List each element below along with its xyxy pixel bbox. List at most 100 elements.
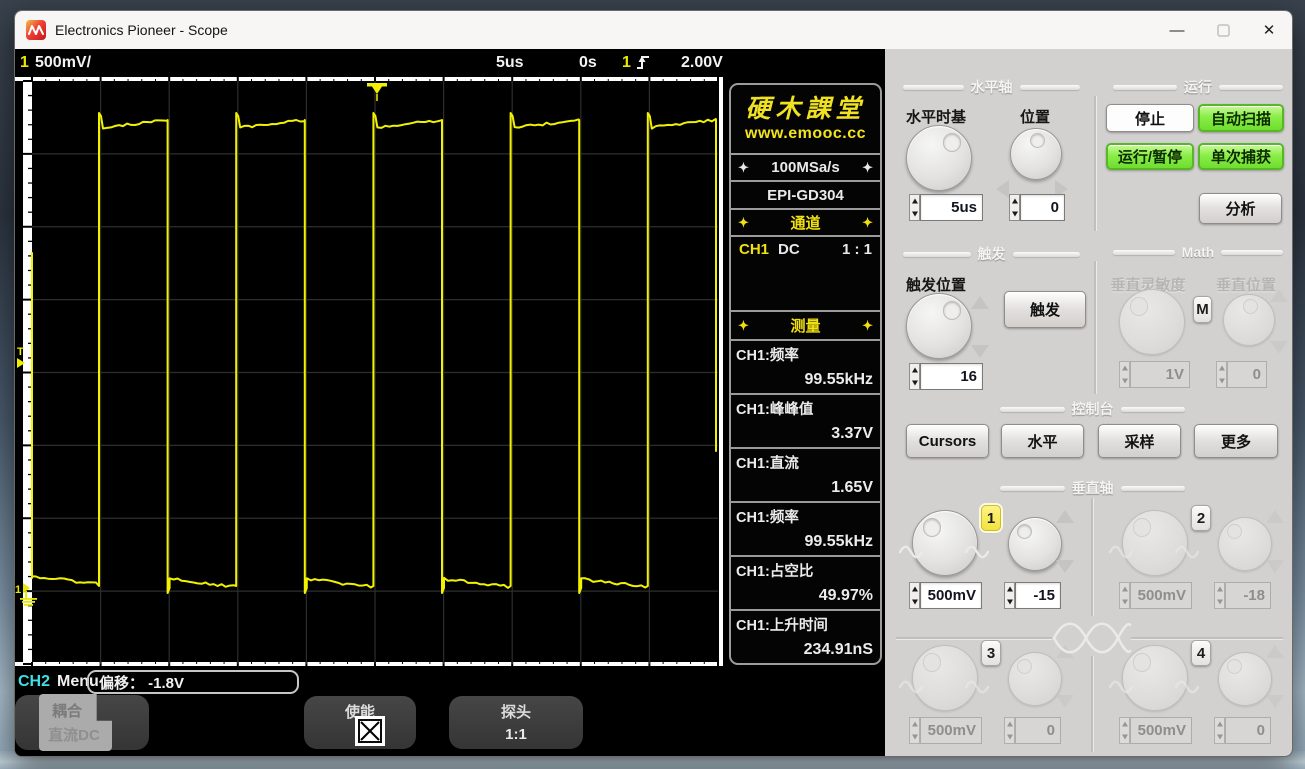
math-sensitivity-knob[interactable] bbox=[1119, 289, 1185, 355]
wave-decoration bbox=[1174, 679, 1200, 700]
wave-decoration bbox=[898, 679, 924, 700]
stop-button[interactable]: 停止 bbox=[1106, 104, 1194, 132]
ch1-down-arrow[interactable] bbox=[1056, 560, 1074, 573]
wave-decoration bbox=[1108, 679, 1134, 700]
spinner-arrows[interactable] bbox=[909, 582, 920, 609]
sample-rate-row: ✦ 100MSa/s ✦ bbox=[731, 153, 880, 180]
spinner-arrows[interactable] bbox=[1214, 582, 1225, 609]
spinner-arrows[interactable] bbox=[1119, 717, 1130, 744]
trigger-button[interactable]: 触发 bbox=[1004, 291, 1086, 328]
app-window: Electronics Pioneer - Scope — ✕ 1 500mV/… bbox=[14, 10, 1293, 757]
divider bbox=[1094, 96, 1096, 231]
measurement-value: 99.55kHz bbox=[804, 371, 874, 388]
enable-checkbox[interactable] bbox=[358, 719, 382, 743]
measurement-label: CH1:峰峰值 bbox=[736, 402, 814, 418]
console-button-sampling[interactable]: 采样 bbox=[1098, 424, 1181, 458]
ch1-position-knob[interactable] bbox=[1008, 517, 1062, 571]
console-button-horizontal[interactable]: 水平 bbox=[1001, 424, 1084, 458]
offset-field[interactable]: 偏移： -1.8V bbox=[87, 670, 299, 694]
console-button-more[interactable]: 更多 bbox=[1194, 424, 1278, 458]
ch1-badge[interactable]: 1 bbox=[981, 505, 1001, 531]
scope-display: T1 bbox=[15, 77, 723, 666]
timebase-knob[interactable] bbox=[906, 125, 972, 191]
knob-indicator bbox=[922, 518, 942, 537]
math-position-spinner-field[interactable]: 0 bbox=[1227, 361, 1267, 388]
knob-indicator bbox=[922, 653, 942, 672]
header-bar bbox=[903, 251, 971, 257]
ch2-sensitivity-field[interactable]: 500mV bbox=[1130, 582, 1192, 609]
measurement-cell: CH1:上升时间 234.91nS bbox=[731, 609, 880, 663]
spinner-arrows[interactable] bbox=[1119, 582, 1130, 609]
probe-button[interactable]: 探头 1:1 bbox=[449, 696, 583, 749]
spinner-arrows[interactable] bbox=[1004, 582, 1015, 609]
spinner-arrows[interactable] bbox=[909, 717, 920, 744]
run-pause-button[interactable]: 运行/暂停 bbox=[1106, 143, 1194, 170]
waveform-plot: T1 bbox=[15, 77, 723, 666]
ch4-position-spinner: 0 bbox=[1214, 717, 1271, 744]
header-bar bbox=[1221, 249, 1284, 255]
h-position-spinner-field[interactable]: 0 bbox=[1020, 194, 1065, 221]
trigger-position-spinner-field[interactable]: 16 bbox=[920, 363, 983, 390]
auto-scan-button[interactable]: 自动扫描 bbox=[1198, 104, 1284, 132]
header-bar bbox=[1120, 485, 1185, 491]
status-h-offset: 0s bbox=[579, 54, 597, 71]
math-sensitivity-spinner-field[interactable]: 1V bbox=[1130, 361, 1190, 388]
timebase-spinner-field[interactable]: 5us bbox=[920, 194, 983, 221]
knob-indicator bbox=[1129, 297, 1149, 316]
maximize-button[interactable] bbox=[1200, 11, 1246, 49]
ch1-up-arrow[interactable] bbox=[1056, 510, 1074, 523]
measurement-label: CH1:占空比 bbox=[736, 564, 814, 580]
spinner-arrows[interactable] bbox=[1004, 717, 1015, 744]
trigger-down-arrow[interactable] bbox=[971, 345, 989, 358]
ch4-badge[interactable]: 4 bbox=[1191, 640, 1211, 666]
ch2-sensitivity-knob[interactable] bbox=[1122, 510, 1188, 576]
single-capture-button[interactable]: 单次捕获 bbox=[1198, 143, 1284, 170]
console-button-cursors[interactable]: Cursors bbox=[906, 424, 989, 458]
spinner-arrows[interactable] bbox=[1214, 717, 1225, 744]
enable-button[interactable]: 使能 bbox=[304, 696, 416, 749]
star-icon: ✦ bbox=[862, 317, 873, 333]
ch2-badge[interactable]: 2 bbox=[1191, 505, 1211, 531]
spinner-arrows[interactable] bbox=[1009, 194, 1020, 221]
h-position-label: 位置 bbox=[1019, 109, 1050, 126]
minimize-button[interactable]: — bbox=[1154, 11, 1200, 49]
measurement-value: 1.65V bbox=[831, 479, 873, 496]
ch1-sensitivity-knob[interactable] bbox=[912, 510, 978, 576]
h-position-knob[interactable] bbox=[1010, 128, 1062, 180]
ch4-position-field[interactable]: 0 bbox=[1225, 717, 1271, 744]
spinner-arrows[interactable] bbox=[1119, 361, 1130, 388]
ch4-position-knob[interactable] bbox=[1218, 652, 1272, 706]
wave-decoration bbox=[1174, 544, 1200, 565]
spinner-arrows[interactable] bbox=[909, 363, 920, 390]
channel-header: 通道 bbox=[790, 215, 821, 232]
math-position-knob[interactable] bbox=[1223, 294, 1275, 346]
knob-indicator bbox=[942, 133, 962, 152]
scope-status-bar: 1 500mV/ 5us 0s 1 2.00V bbox=[15, 49, 883, 77]
ch3-position-knob[interactable] bbox=[1008, 652, 1062, 706]
ch4-sensitivity-field[interactable]: 500mV bbox=[1130, 717, 1192, 744]
trigger-up-arrow[interactable] bbox=[971, 296, 989, 309]
ch3-badge[interactable]: 3 bbox=[981, 640, 1001, 666]
ch2-position-knob[interactable] bbox=[1218, 517, 1272, 571]
ch1-sensitivity-field[interactable]: 500mV bbox=[920, 582, 982, 609]
info-panel-spacer bbox=[731, 261, 880, 310]
measurement-cell: CH1:占空比 49.97% bbox=[731, 555, 880, 609]
ch2-position-field[interactable]: -18 bbox=[1225, 582, 1271, 609]
measurement-cell: CH1:频率 99.55kHz bbox=[731, 501, 880, 555]
ch3-position-field[interactable]: 0 bbox=[1015, 717, 1061, 744]
trigger-position-knob[interactable] bbox=[906, 293, 972, 359]
spinner-arrows[interactable] bbox=[1216, 361, 1227, 388]
measurement-cell: CH1:峰峰值 3.37V bbox=[731, 393, 880, 447]
math-position-spinner: 0 bbox=[1216, 361, 1267, 388]
analyze-button[interactable]: 分析 bbox=[1199, 193, 1282, 224]
spinner-arrows[interactable] bbox=[909, 194, 920, 221]
ch1-position-field[interactable]: -15 bbox=[1015, 582, 1061, 609]
close-button[interactable]: ✕ bbox=[1246, 11, 1292, 49]
measure-header-row: ✦ 测量 ✦ bbox=[731, 310, 880, 339]
ch3-sensitivity-knob[interactable] bbox=[912, 645, 978, 711]
ch3-sensitivity-field[interactable]: 500mV bbox=[920, 717, 982, 744]
divider bbox=[1094, 261, 1096, 394]
knob-indicator bbox=[942, 301, 962, 320]
vertical-header: 垂直轴 bbox=[1071, 480, 1114, 496]
h-position-left-arrow[interactable] bbox=[996, 180, 1009, 198]
